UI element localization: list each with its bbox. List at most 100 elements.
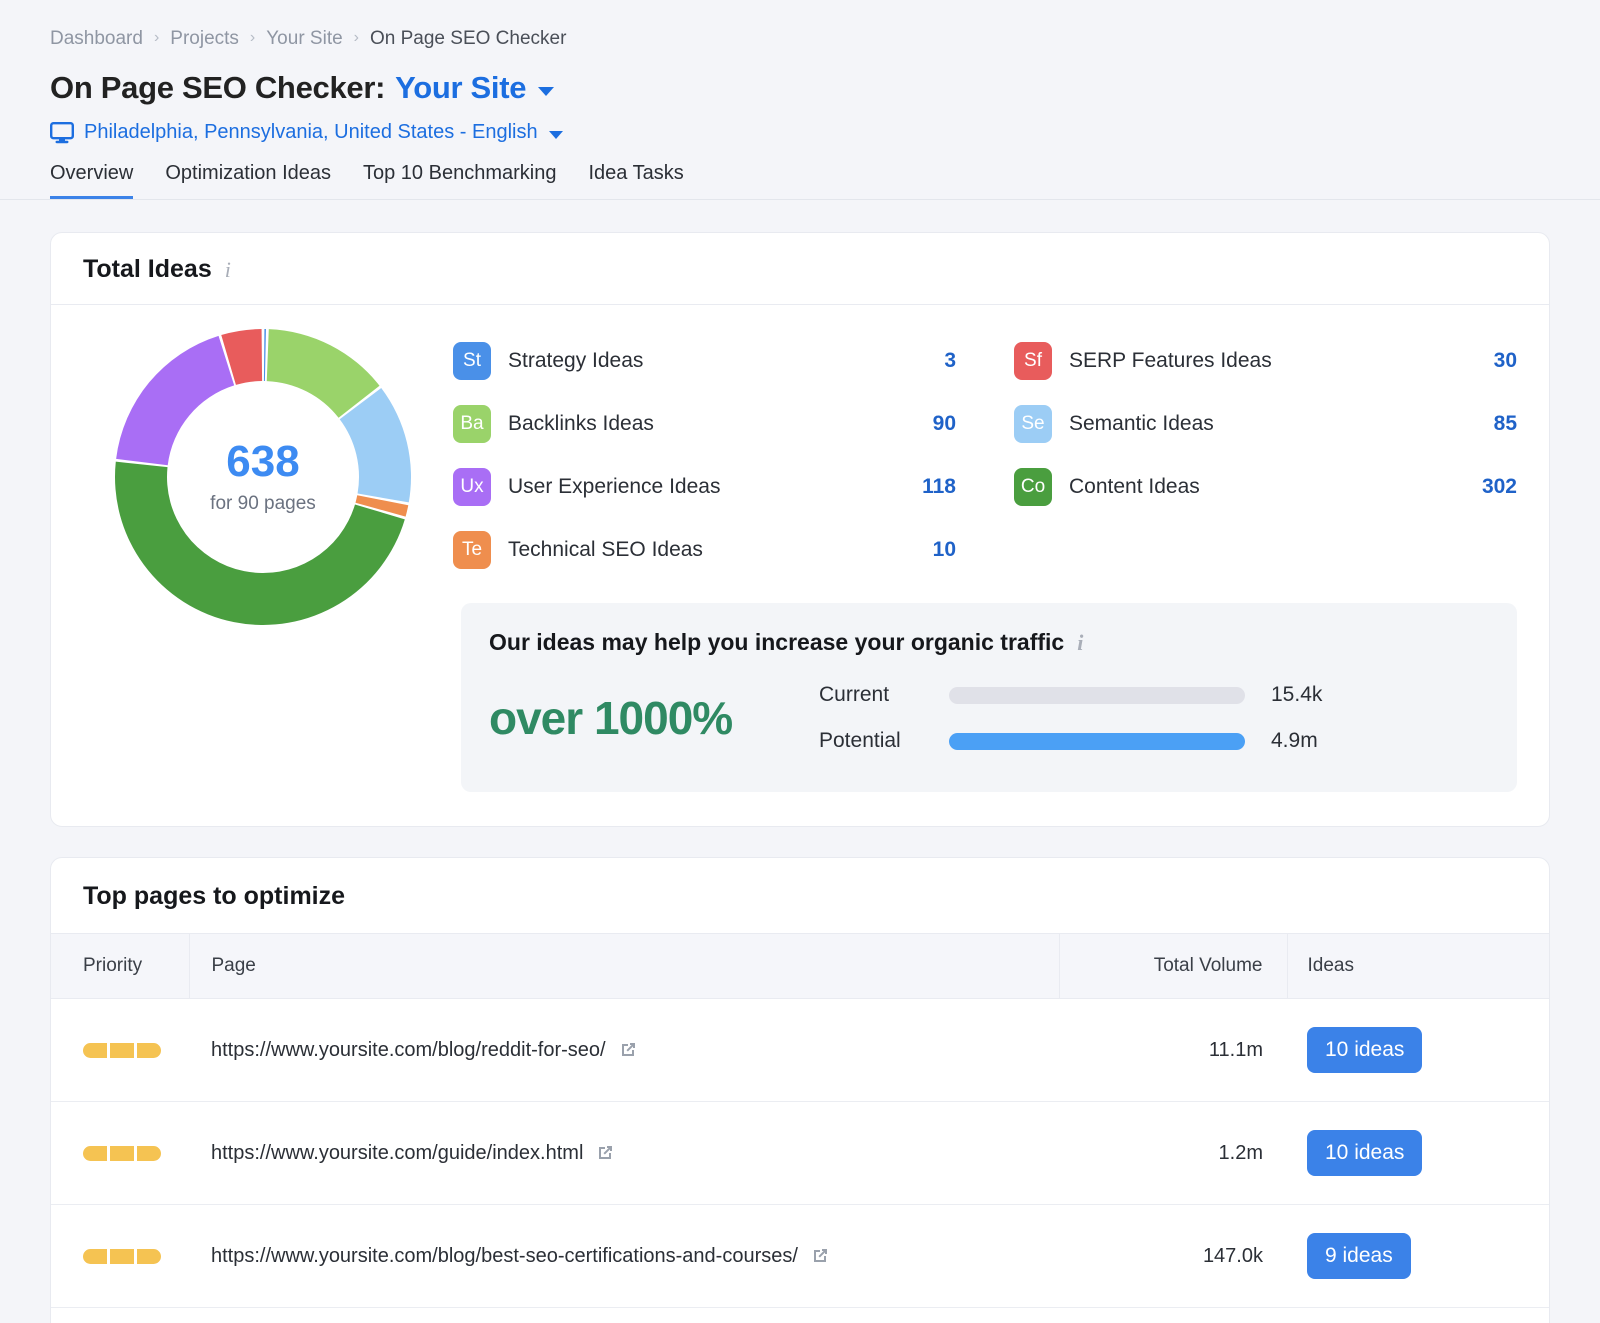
- total-volume-cell: 147.0k: [1059, 1204, 1287, 1308]
- donut-center-labels: 638 for 90 pages: [113, 327, 413, 627]
- tab-overview[interactable]: Overview: [50, 162, 134, 199]
- page-cell: https://www.yoursite.com/blog/best-seo-c…: [189, 1204, 1059, 1308]
- page-cell: https://www.yoursite.com/blog/reddit-for…: [189, 998, 1059, 1102]
- location-label: Philadelphia, Pennsylvania, United State…: [84, 121, 538, 143]
- tab-bar: Overview Optimization Ideas Top 10 Bench…: [0, 144, 1600, 200]
- chevron-down-icon[interactable]: [538, 86, 555, 96]
- semantic-ideas-badge-icon: Se: [1014, 404, 1052, 443]
- legend-value: 302: [1481, 474, 1517, 498]
- legend-item-user-experience-ideas[interactable]: Ux User Experience Ideas 118: [453, 455, 956, 518]
- organic-traffic-title: Our ideas may help you increase your org…: [489, 629, 1065, 655]
- priority-cell: [51, 998, 189, 1102]
- table-header-row: Priority Page Total Volume Ideas: [51, 933, 1549, 999]
- location-selector[interactable]: Philadelphia, Pennsylvania, United State…: [0, 106, 1600, 144]
- breadcrumb-separator: ›: [353, 29, 359, 46]
- desktop-monitor-icon: [50, 121, 74, 144]
- breadcrumb-item-your-site[interactable]: Your Site: [266, 28, 342, 50]
- ideas-cell: 9 ideas: [1287, 1204, 1549, 1308]
- table-row[interactable]: https://www.yoursite.com/blog/best-seo-c…: [51, 1204, 1549, 1308]
- ideas-cell: 10 ideas: [1287, 1101, 1549, 1205]
- table-body: https://www.yoursite.com/blog/reddit-for…: [51, 998, 1549, 1323]
- priority-cell: [51, 1101, 189, 1205]
- page-cell: https://www.yoursite.com/blog/people-als…: [189, 1307, 1059, 1323]
- organic-traffic-body: over 1000% Current 15.4k Potential 4.9m: [489, 672, 1483, 764]
- table-row[interactable]: https://www.yoursite.com/guide/index.htm…: [51, 1101, 1549, 1205]
- user-experience-ideas-badge-icon: Ux: [453, 467, 491, 506]
- legend-label: Backlinks Ideas: [508, 411, 654, 435]
- total-ideas-card: Total Ideas i 638 for 90 pages St Strate…: [50, 232, 1550, 827]
- traffic-bars: Current 15.4k Potential 4.9m: [819, 672, 1483, 764]
- table-row[interactable]: https://www.yoursite.com/blog/people-als…: [51, 1307, 1549, 1323]
- total-volume-cell: 113.6k: [1059, 1307, 1287, 1323]
- ideas-right-column: St Strategy Ideas 3 Sf SERP Features Ide…: [443, 323, 1517, 792]
- traffic-bar-potential: Potential 4.9m: [819, 718, 1483, 764]
- chevron-down-icon[interactable]: [548, 130, 563, 139]
- legend-item-content-ideas[interactable]: Co Content Ideas 302: [1014, 455, 1517, 518]
- backlinks-ideas-badge-icon: Ba: [453, 404, 491, 443]
- table-row[interactable]: https://www.yoursite.com/blog/reddit-for…: [51, 998, 1549, 1102]
- legend-item-technical-seo-ideas[interactable]: Te Technical SEO Ideas 10: [453, 518, 956, 581]
- legend-label: Semantic Ideas: [1069, 411, 1214, 435]
- page-url-link[interactable]: https://www.yoursite.com/blog/reddit-for…: [211, 1039, 638, 1062]
- donut-subtitle: for 90 pages: [210, 492, 316, 514]
- page-url-text: https://www.yoursite.com/blog/reddit-for…: [211, 1038, 606, 1061]
- external-link-icon[interactable]: [595, 1143, 615, 1163]
- page-url-text: https://www.yoursite.com/guide/index.htm…: [211, 1141, 584, 1164]
- strategy-ideas-badge-icon: St: [453, 341, 491, 380]
- top-pages-title: Top pages to optimize: [83, 882, 346, 910]
- ideas-count-button[interactable]: 10 ideas: [1307, 1130, 1423, 1176]
- tab-top-10-benchmarking[interactable]: Top 10 Benchmarking: [363, 162, 556, 199]
- ideas-cell: 9 ideas: [1287, 1307, 1549, 1323]
- legend-label: User Experience Ideas: [508, 474, 721, 498]
- page-cell: https://www.yoursite.com/guide/index.htm…: [189, 1101, 1059, 1205]
- traffic-bar-label: Potential: [819, 729, 901, 752]
- breadcrumb-item-projects[interactable]: Projects: [170, 28, 239, 50]
- tab-optimization-ideas[interactable]: Optimization Ideas: [165, 162, 331, 199]
- legend-item-semantic-ideas[interactable]: Se Semantic Ideas 85: [1014, 392, 1517, 455]
- page-root: Dashboard › Projects › Your Site › On Pa…: [0, 0, 1600, 1323]
- breadcrumb: Dashboard › Projects › Your Site › On Pa…: [0, 0, 1600, 50]
- legend-item-strategy-ideas[interactable]: St Strategy Ideas 3: [453, 329, 956, 392]
- legend-value: 30: [1493, 348, 1517, 372]
- breadcrumb-item-on-page-seo-checker: On Page SEO Checker: [370, 28, 567, 49]
- tab-idea-tasks[interactable]: Idea Tasks: [588, 162, 683, 199]
- donut-chart-wrapper: 638 for 90 pages: [83, 323, 443, 792]
- top-pages-card: Top pages to optimize Priority Page Tota…: [50, 857, 1550, 1323]
- legend-item-backlinks-ideas[interactable]: Ba Backlinks Ideas 90: [453, 392, 956, 455]
- ideas-donut-chart: 638 for 90 pages: [113, 327, 413, 627]
- external-link-icon[interactable]: [618, 1040, 638, 1060]
- traffic-increase-percent: over 1000%: [489, 692, 733, 744]
- priority-cell: [51, 1204, 189, 1308]
- donut-total-value: 638: [226, 436, 300, 486]
- info-icon[interactable]: i: [1077, 630, 1083, 656]
- legend-label: Technical SEO Ideas: [508, 537, 703, 561]
- priority-indicator: [83, 1042, 189, 1058]
- project-selector-label[interactable]: Your Site: [395, 70, 526, 106]
- column-header-priority[interactable]: Priority: [51, 933, 190, 999]
- breadcrumb-separator: ›: [153, 29, 160, 46]
- total-volume-cell: 11.1m: [1059, 998, 1287, 1102]
- ideas-count-button[interactable]: 10 ideas: [1307, 1027, 1423, 1073]
- info-icon[interactable]: i: [225, 257, 231, 283]
- total-ideas-header: Total Ideas i: [51, 233, 1549, 305]
- technical-seo-ideas-badge-icon: Te: [453, 530, 491, 569]
- column-header-page[interactable]: Page: [189, 933, 1060, 999]
- column-header-ideas[interactable]: Ideas: [1287, 933, 1549, 999]
- ideas-count-button[interactable]: 9 ideas: [1307, 1233, 1411, 1279]
- traffic-bar-label: Current: [819, 683, 890, 706]
- breadcrumb-item-dashboard[interactable]: Dashboard: [50, 28, 143, 50]
- priority-indicator: [83, 1248, 189, 1264]
- external-link-icon[interactable]: [810, 1246, 830, 1266]
- traffic-bar-current: Current 15.4k: [819, 672, 1483, 718]
- traffic-bar-track-potential: [949, 732, 1245, 750]
- organic-traffic-title-row: Our ideas may help you increase your org…: [489, 629, 1483, 656]
- legend-item-serp-features-ideas[interactable]: Sf SERP Features Ideas 30: [1014, 329, 1517, 392]
- page-url-link[interactable]: https://www.yoursite.com/guide/index.htm…: [211, 1142, 615, 1165]
- page-url-link[interactable]: https://www.yoursite.com/blog/best-seo-c…: [211, 1245, 830, 1268]
- legend-value: 90: [932, 411, 956, 435]
- ideas-legend: St Strategy Ideas 3 Sf SERP Features Ide…: [453, 323, 1517, 581]
- legend-value: 118: [922, 474, 956, 498]
- traffic-bar-value: 15.4k: [1271, 683, 1323, 706]
- column-header-total-volume[interactable]: Total Volume: [1059, 933, 1288, 999]
- legend-label: Content Ideas: [1069, 474, 1200, 498]
